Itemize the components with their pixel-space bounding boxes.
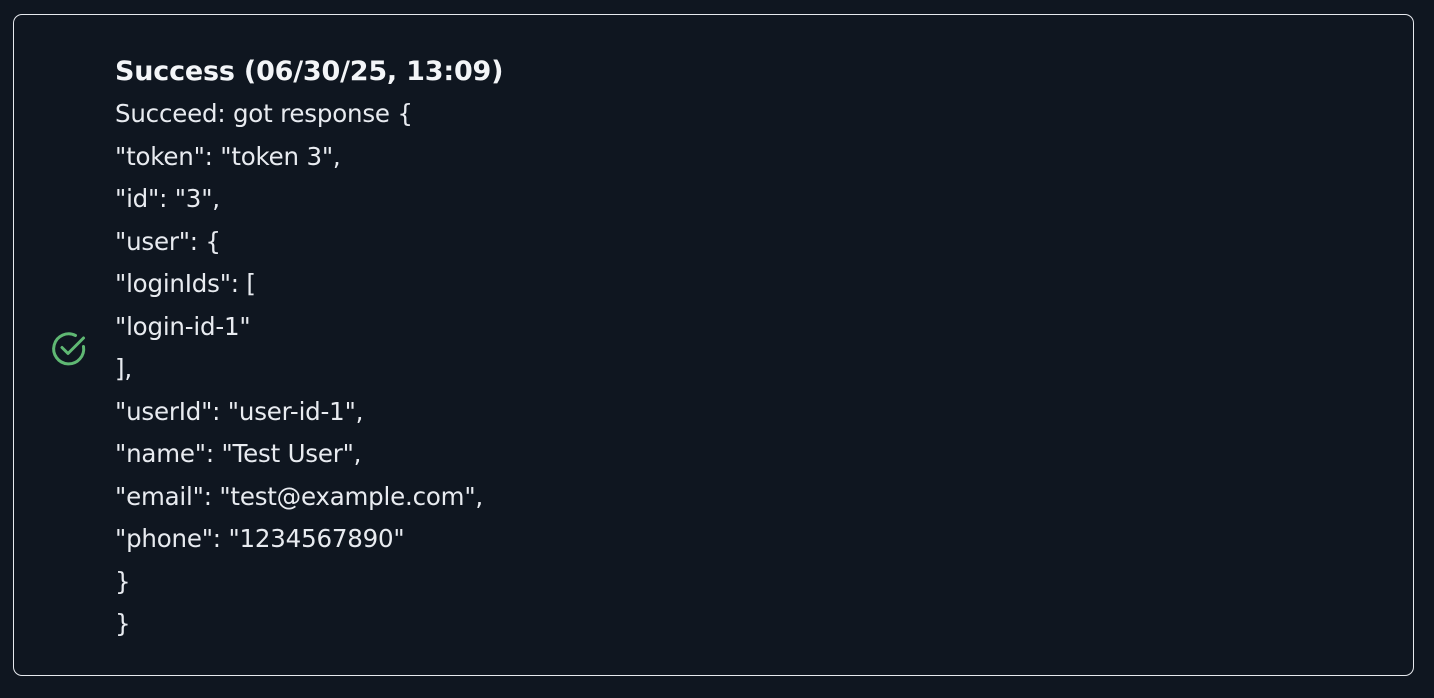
message-line: "loginIds": [ bbox=[115, 269, 256, 298]
success-toast: Success (06/30/25, 13:09) Succeed: got r… bbox=[13, 14, 1414, 676]
message-line: "name": "Test User", bbox=[115, 439, 362, 468]
message-line: "user": { bbox=[115, 226, 221, 256]
message-line: "login-id-1" bbox=[115, 311, 251, 341]
toast-content: Success (06/30/25, 13:09) Succeed: got r… bbox=[115, 51, 1373, 646]
message-line: } bbox=[115, 609, 131, 638]
message-line: "userId": "user-id-1", bbox=[115, 396, 364, 426]
check-circle-icon bbox=[52, 332, 86, 366]
message-line: Succeed: got response { bbox=[115, 99, 413, 128]
message-line: "token": "token 3", bbox=[115, 141, 341, 171]
message-line: "phone": "1234567890" bbox=[115, 524, 405, 553]
message-line: } bbox=[115, 566, 131, 596]
message-line: "email": "test@example.com", bbox=[115, 481, 483, 511]
message-line: ], bbox=[115, 354, 132, 383]
message-line: "id": "3", bbox=[115, 184, 220, 213]
toast-title: Success (06/30/25, 13:09) bbox=[115, 56, 504, 87]
toast-message: Succeed: got response { "token": "token … bbox=[115, 93, 1373, 646]
